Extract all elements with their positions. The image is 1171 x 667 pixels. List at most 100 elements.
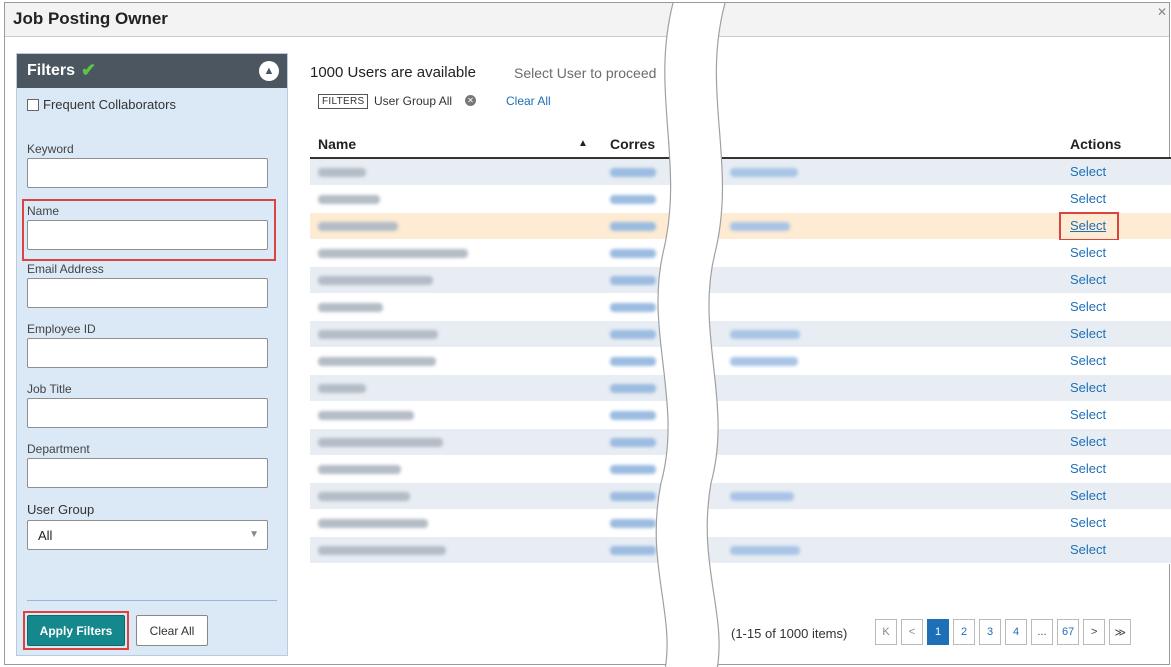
select-user-link[interactable]: Select	[1070, 326, 1106, 341]
table-row: Select	[310, 294, 1171, 321]
table-row: Select	[310, 483, 1171, 510]
redacted-email	[730, 492, 794, 501]
redacted-name	[318, 384, 366, 393]
table-row: Select	[310, 375, 1171, 402]
employee-id-input[interactable]	[27, 338, 268, 368]
redacted-name	[318, 519, 428, 528]
table-body: Select Select Select Select Select Select Sele…	[310, 159, 1171, 564]
redacted-email	[730, 222, 790, 231]
select-hint: Select User to proceed	[514, 65, 657, 81]
select-user-link[interactable]: Select	[1070, 461, 1106, 476]
pagination-info: (1-15 of 1000 items)	[731, 626, 848, 641]
email-label: Email Address	[27, 262, 104, 276]
filters-title: Filters	[27, 62, 76, 79]
chevron-down-icon: ▼	[249, 529, 259, 540]
redacted-name	[318, 249, 468, 258]
department-label: Department	[27, 442, 90, 456]
table-row: Select	[310, 348, 1171, 375]
page-1-button[interactable]: 1	[927, 619, 949, 645]
previous-page-button[interactable]: <	[901, 619, 923, 645]
user-group-select[interactable]: All ▼	[27, 520, 268, 550]
redacted-name	[318, 465, 401, 474]
frequent-collaborators-label: Frequent Collaborators	[43, 97, 176, 112]
redacted-name	[318, 303, 383, 312]
page-3-button[interactable]: 3	[979, 619, 1001, 645]
remove-filter-icon[interactable]: ✕	[465, 95, 476, 106]
users-count: 1000 Users are available	[310, 64, 476, 81]
user-group-label: User Group	[27, 502, 95, 517]
redacted-name	[318, 330, 438, 339]
pages-ellipsis[interactable]: ...	[1031, 619, 1053, 645]
filter-chip-label: User Group All	[374, 94, 453, 108]
table-header: Name ▲ Corres Actions	[310, 129, 1171, 159]
column-header-name[interactable]: Name	[318, 136, 356, 152]
user-group-value: All	[38, 528, 53, 543]
chevron-up-icon[interactable]: ▲	[259, 61, 279, 81]
select-link-highlight	[1059, 212, 1119, 241]
table-row: Select	[310, 537, 1171, 564]
job-title-input[interactable]	[27, 398, 268, 428]
select-user-link[interactable]: Select	[1070, 164, 1106, 179]
employee-id-label: Employee ID	[27, 322, 96, 336]
dialog-title: Job Posting Owner	[13, 9, 168, 28]
select-user-link[interactable]: Select	[1070, 434, 1106, 449]
page-67-button[interactable]: 67	[1057, 619, 1080, 645]
users-table: Name ▲ Corres Actions Select Select Select…	[310, 129, 1171, 564]
screenshot-tear-divider	[655, 3, 726, 667]
redacted-email	[730, 357, 798, 366]
redacted-name	[318, 438, 443, 447]
redacted-name	[318, 195, 380, 204]
redacted-email	[730, 168, 798, 177]
redacted-name	[318, 546, 446, 555]
last-page-button[interactable]: ≫	[1109, 619, 1132, 645]
frequent-collaborators-checkbox[interactable]: Frequent Collaborators	[27, 97, 176, 112]
check-icon: ✔	[81, 60, 97, 80]
job-title-label: Job Title	[27, 382, 72, 396]
select-user-link[interactable]: Select	[1070, 245, 1106, 260]
select-user-link[interactable]: Select	[1070, 191, 1106, 206]
redacted-email	[730, 330, 800, 339]
page-2-button[interactable]: 2	[953, 619, 975, 645]
table-row: Select	[310, 510, 1171, 537]
sort-ascending-icon[interactable]: ▲	[578, 138, 588, 149]
table-row: Select	[310, 240, 1171, 267]
email-input[interactable]	[27, 278, 268, 308]
page-4-button[interactable]: 4	[1005, 619, 1027, 645]
apply-filters-button[interactable]: Apply Filters	[27, 615, 125, 646]
checkbox-box[interactable]	[27, 98, 39, 111]
clear-all-link[interactable]: Clear All	[506, 94, 551, 108]
select-user-link[interactable]: Select	[1070, 299, 1106, 314]
clear-all-button[interactable]: Clear All	[136, 615, 208, 646]
table-row: Select	[310, 212, 1171, 241]
department-input[interactable]	[27, 458, 268, 488]
redacted-name	[318, 492, 410, 501]
table-row: Select	[310, 456, 1171, 483]
filters-tag: FILTERS	[318, 94, 369, 109]
table-row: Select	[310, 402, 1171, 429]
table-row: Select	[310, 186, 1171, 213]
table-row: Select	[310, 159, 1171, 186]
filters-panel: Filters ✔ ▲ Frequent Collaborators Keywo…	[16, 53, 288, 656]
redacted-name	[318, 411, 414, 420]
select-user-link[interactable]: Select	[1070, 380, 1106, 395]
close-icon[interactable]: ✕	[1157, 5, 1167, 19]
select-user-link[interactable]: Select	[1070, 515, 1106, 530]
keyword-input[interactable]	[27, 158, 268, 188]
redacted-name	[318, 357, 436, 366]
pagination: K < 1 2 3 4 ... 67 > ≫	[875, 619, 1132, 645]
redacted-email	[730, 546, 800, 555]
select-user-link[interactable]: Select	[1070, 488, 1106, 503]
select-user-link[interactable]: Select	[1070, 407, 1106, 422]
select-user-link[interactable]: Select	[1070, 542, 1106, 557]
first-page-button[interactable]: K	[875, 619, 897, 645]
select-user-link[interactable]: Select	[1070, 272, 1106, 287]
filters-divider	[27, 600, 277, 601]
table-row: Select	[310, 429, 1171, 456]
redacted-name	[318, 222, 398, 231]
select-user-link[interactable]: Select	[1070, 353, 1106, 368]
name-field-highlight	[22, 199, 276, 261]
next-page-button[interactable]: >	[1083, 619, 1106, 645]
keyword-label: Keyword	[27, 142, 74, 156]
dialog-titlebar: Job Posting Owner ✕	[5, 3, 1169, 37]
table-row: Select	[310, 321, 1171, 348]
